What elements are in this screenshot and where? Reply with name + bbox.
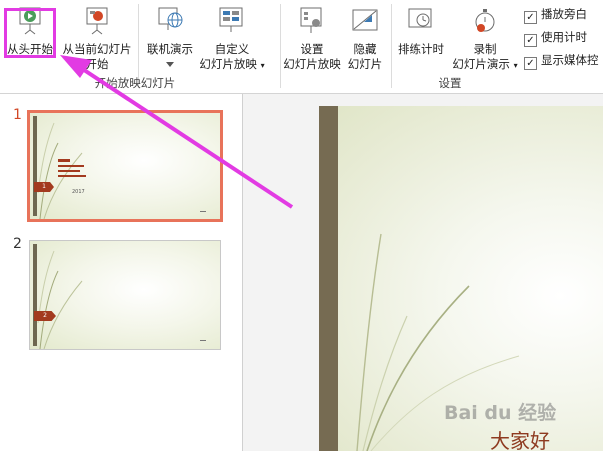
slide-thumbnail-1[interactable]: 1 2017 bbox=[27, 110, 223, 222]
thumbnail-footer-mark bbox=[200, 211, 206, 212]
slide-decoration-lines bbox=[37, 250, 83, 349]
checkmark-icon: ✓ bbox=[524, 57, 537, 70]
custom-slideshow-label-2: 幻灯片放映 ▾ bbox=[197, 57, 267, 73]
hide-slide-label-2: 幻灯片 bbox=[347, 57, 383, 71]
setup-slideshow-label-2: 幻灯片放映 bbox=[283, 57, 341, 71]
custom-slideshow-button[interactable]: 自定义 幻灯片放映 ▾ bbox=[197, 6, 267, 73]
rehearse-timer-icon bbox=[408, 8, 432, 28]
record-slideshow-button[interactable]: 录制 幻灯片演示 ▾ bbox=[449, 6, 521, 73]
slide-title-text[interactable]: 大家好 bbox=[490, 425, 550, 454]
play-from-current-icon bbox=[86, 7, 108, 35]
highlight-box bbox=[4, 8, 56, 58]
show-media-controls-label: 显示媒体控 bbox=[541, 53, 599, 67]
from-current-label-2: 开始 bbox=[85, 57, 109, 71]
slide-number-2: 2 bbox=[13, 236, 22, 252]
play-narrations-label: 播放旁白 bbox=[541, 7, 587, 21]
custom-slideshow-icon bbox=[219, 7, 243, 32]
from-current-label-1: 从当前幻灯片 bbox=[62, 42, 132, 56]
play-narrations-checkbox[interactable]: ✓ 播放旁白 bbox=[524, 6, 587, 24]
slide-number-badge-text: 1 bbox=[42, 183, 46, 190]
record-stopwatch-icon bbox=[475, 9, 495, 32]
slide-number-1: 1 bbox=[13, 107, 22, 123]
group-label-setup: 设置 bbox=[438, 76, 462, 90]
custom-slideshow-label-1: 自定义 bbox=[214, 42, 250, 56]
record-slideshow-label-1: 录制 bbox=[473, 42, 497, 56]
rehearse-timings-button[interactable]: 排练计时 bbox=[393, 6, 449, 57]
present-online-label: 联机演示 bbox=[147, 42, 193, 56]
hide-slide-button[interactable]: 隐藏 幻灯片 bbox=[343, 6, 387, 72]
hide-slide-icon bbox=[352, 9, 378, 31]
ribbon: 从头开始 从当前幻灯片 开始 联机演示 自定义 幻灯片放映 ▾ 开始放映幻灯片 … bbox=[0, 0, 603, 94]
watermark-text: Bai du 经验 bbox=[444, 402, 557, 424]
slide-number-badge: 1 bbox=[34, 182, 54, 192]
slide-thumbnail-2[interactable]: 2 bbox=[29, 240, 221, 350]
chevron-down-icon: ▾ bbox=[260, 61, 265, 70]
setup-slideshow-label-1: 设置 bbox=[300, 42, 324, 56]
thumbnail-footer-mark bbox=[200, 340, 206, 341]
show-media-controls-checkbox[interactable]: ✓ 显示媒体控 bbox=[524, 52, 599, 70]
thumbnail-title-text bbox=[58, 159, 86, 177]
checkmark-icon: ✓ bbox=[524, 34, 537, 47]
custom-slideshow-label-2-text: 幻灯片放映 bbox=[199, 57, 257, 71]
use-timings-label: 使用计时 bbox=[541, 30, 587, 44]
setup-slideshow-button[interactable]: 设置 幻灯片放映 bbox=[281, 6, 343, 72]
slide-number-badge-text: 2 bbox=[43, 312, 47, 319]
chevron-down-icon bbox=[166, 62, 174, 67]
use-timings-checkbox[interactable]: ✓ 使用计时 bbox=[524, 29, 587, 47]
setup-slideshow-icon bbox=[300, 7, 322, 33]
present-online-button[interactable]: 联机演示 bbox=[141, 6, 199, 72]
checkmark-icon: ✓ bbox=[524, 11, 537, 24]
globe-present-icon bbox=[158, 7, 183, 30]
hide-slide-label-1: 隐藏 bbox=[353, 42, 377, 56]
group-label-start-show: 开始放映幻灯片 bbox=[94, 76, 176, 90]
rehearse-timings-label: 排练计时 bbox=[398, 42, 444, 56]
slide-number-badge: 2 bbox=[34, 311, 56, 321]
record-slideshow-label-2: 幻灯片演示 ▾ bbox=[449, 57, 521, 73]
group-separator bbox=[391, 4, 392, 88]
chevron-down-icon: ▾ bbox=[513, 61, 518, 70]
from-current-slide-button[interactable]: 从当前幻灯片 开始 bbox=[58, 6, 136, 72]
record-slideshow-label-2-text: 幻灯片演示 bbox=[452, 57, 510, 71]
thumbnail-year-text: 2017 bbox=[72, 189, 85, 195]
